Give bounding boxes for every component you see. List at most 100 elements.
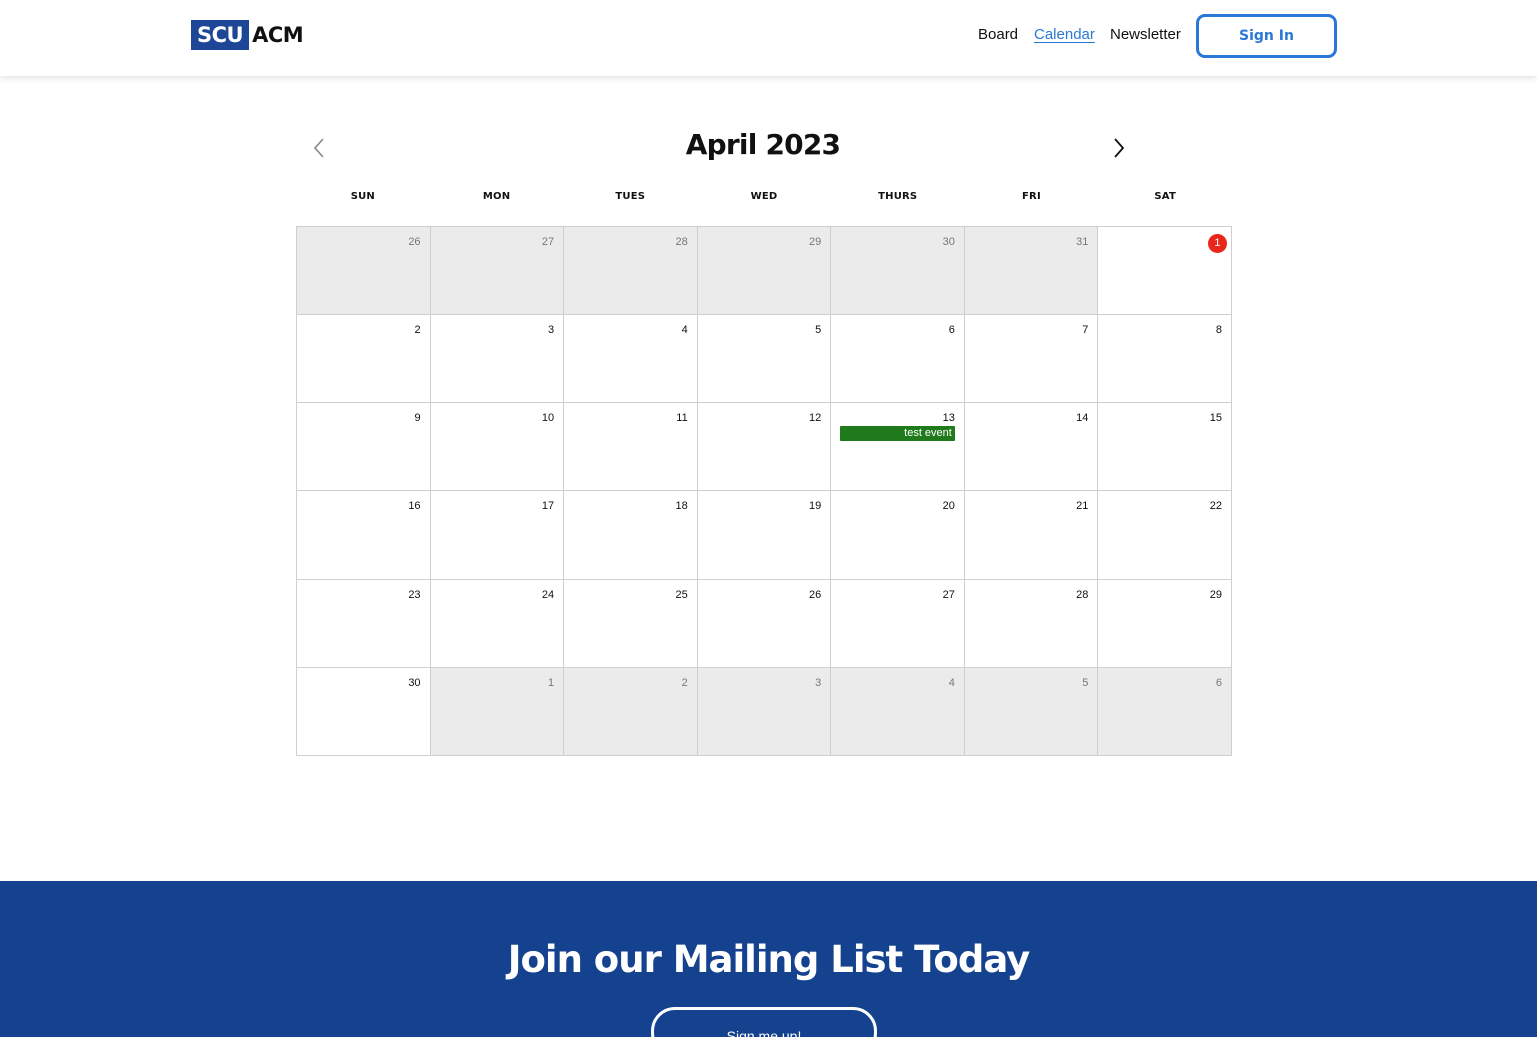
weekday-label: SUN bbox=[350, 191, 375, 202]
day-number: 27 bbox=[541, 236, 555, 248]
nav-calendar[interactable]: Calendar bbox=[1034, 26, 1095, 43]
logo-box: SCU bbox=[191, 20, 250, 50]
day-cell[interactable]: 17 bbox=[430, 491, 565, 580]
day-number: 14 bbox=[1076, 412, 1089, 425]
day-cell[interactable]: 18 bbox=[564, 491, 698, 580]
day-cell[interactable]: 10 bbox=[430, 403, 565, 492]
day-cell[interactable]: 26 bbox=[697, 579, 832, 668]
day-number: 2 bbox=[414, 324, 421, 337]
day-cell[interactable]: 8 bbox=[1098, 315, 1232, 404]
day-cell[interactable]: 21 bbox=[964, 491, 1099, 580]
day-cell[interactable]: 6 bbox=[831, 315, 965, 404]
day-number: 5 bbox=[1082, 676, 1089, 689]
weekday-label: TUES bbox=[615, 191, 646, 202]
day-cell[interactable]: 20 bbox=[831, 491, 965, 580]
day-cell[interactable]: 29 bbox=[1098, 579, 1232, 668]
day-cell[interactable]: 12 bbox=[697, 403, 832, 492]
day-cell[interactable]: 4 bbox=[831, 667, 965, 756]
day-cell[interactable]: 14 bbox=[964, 403, 1099, 492]
chevron-right-icon[interactable] bbox=[1107, 134, 1131, 162]
day-number: 29 bbox=[809, 236, 822, 248]
day-number: 19 bbox=[809, 500, 822, 513]
day-number: 1 bbox=[548, 676, 555, 689]
day-number: 15 bbox=[1209, 412, 1222, 425]
day-cell[interactable]: 23 bbox=[297, 579, 431, 668]
day-number: 5 bbox=[815, 324, 822, 337]
day-cell[interactable]: 27 bbox=[831, 579, 965, 668]
day-cell[interactable]: 27 bbox=[430, 227, 565, 316]
banner-title: Join our Mailing List Today bbox=[507, 938, 1031, 981]
weekday-label: FRI bbox=[1022, 191, 1041, 202]
day-number: 6 bbox=[948, 324, 955, 337]
day-cell[interactable]: 26 bbox=[297, 227, 431, 316]
day-cell[interactable]: 22 bbox=[1098, 491, 1232, 580]
nav-newsletter[interactable]: Newsletter bbox=[1110, 26, 1181, 43]
day-cell[interactable]: 28 bbox=[564, 227, 698, 316]
day-cell[interactable]: 28 bbox=[964, 579, 1099, 668]
chevron-left-icon[interactable] bbox=[307, 134, 331, 162]
event-chip[interactable]: test event bbox=[840, 426, 955, 442]
day-number: 26 bbox=[809, 588, 822, 601]
mailing-list-banner: Join our Mailing List Today Sign me up! bbox=[0, 881, 1537, 1037]
day-cell[interactable]: 25 bbox=[564, 579, 698, 668]
day-number: 18 bbox=[675, 500, 688, 513]
day-cell[interactable]: 1 bbox=[1098, 227, 1232, 316]
weekday-label: WED bbox=[750, 191, 778, 202]
day-number: 17 bbox=[541, 500, 555, 513]
day-number: 4 bbox=[681, 324, 688, 337]
day-number: 29 bbox=[1209, 588, 1222, 601]
day-cell[interactable]: 4 bbox=[564, 315, 698, 404]
weekday-header-row: SUN MON TUES WED THURS FRI SAT bbox=[296, 191, 1232, 202]
site-header: SCU ACM Board Calendar Newsletter Sign I… bbox=[0, 0, 1537, 76]
day-number: 4 bbox=[948, 676, 955, 689]
day-cell[interactable]: 30 bbox=[831, 227, 965, 316]
day-cell[interactable]: 3 bbox=[430, 315, 565, 404]
day-number: 24 bbox=[541, 588, 555, 601]
nav-board[interactable]: Board bbox=[978, 26, 1018, 43]
day-number: 3 bbox=[548, 324, 555, 337]
day-number: 30 bbox=[942, 236, 955, 248]
day-number: 23 bbox=[408, 588, 421, 601]
day-number: 25 bbox=[675, 588, 688, 601]
day-cell[interactable]: 3 bbox=[697, 667, 832, 756]
day-cell[interactable]: 29 bbox=[697, 227, 832, 316]
logo-text: ACM bbox=[252, 23, 304, 47]
day-cell[interactable]: 6 bbox=[1098, 667, 1232, 756]
day-cell[interactable]: 11 bbox=[564, 403, 698, 492]
calendar-grid: 26 27 28 29 30 31 1 2 3 4 5 6 7 8 9 10 11 12 13 test event 1… bbox=[296, 226, 1232, 756]
day-number: 27 bbox=[942, 588, 955, 601]
logo[interactable]: SCU ACM bbox=[191, 20, 304, 50]
day-number: 11 bbox=[676, 412, 688, 425]
day-cell[interactable]: 7 bbox=[964, 315, 1099, 404]
day-cell[interactable]: 5 bbox=[964, 667, 1099, 756]
day-cell[interactable]: 15 bbox=[1098, 403, 1232, 492]
weekday-label: THURS bbox=[878, 191, 918, 202]
sign-up-button[interactable]: Sign me up! bbox=[651, 1007, 877, 1037]
day-cell[interactable]: 31 bbox=[964, 227, 1099, 316]
day-cell[interactable]: 2 bbox=[297, 315, 431, 404]
today-badge: 1 bbox=[1207, 234, 1227, 253]
day-cell[interactable]: 1 bbox=[430, 667, 565, 756]
day-cell[interactable]: 30 bbox=[297, 667, 431, 756]
day-number: 2 bbox=[681, 676, 688, 689]
day-number: 7 bbox=[1082, 324, 1089, 337]
day-number: 16 bbox=[408, 500, 421, 513]
day-number: 10 bbox=[541, 412, 555, 425]
day-cell[interactable]: 2 bbox=[564, 667, 698, 756]
day-number: 30 bbox=[408, 676, 421, 689]
day-cell[interactable]: 19 bbox=[697, 491, 832, 580]
day-cell[interactable]: 9 bbox=[297, 403, 431, 492]
day-number: 28 bbox=[1076, 588, 1089, 601]
day-number: 20 bbox=[942, 500, 955, 513]
day-cell[interactable]: 16 bbox=[297, 491, 431, 580]
day-cell[interactable]: 5 bbox=[697, 315, 832, 404]
month-title: April 2023 bbox=[685, 128, 841, 161]
day-number: 31 bbox=[1076, 236, 1089, 248]
day-number: 9 bbox=[414, 412, 421, 425]
day-number: 21 bbox=[1076, 500, 1089, 513]
day-number: 28 bbox=[675, 236, 688, 248]
sign-in-button[interactable]: Sign In bbox=[1196, 14, 1337, 58]
day-cell[interactable]: 24 bbox=[430, 579, 565, 668]
day-number: 26 bbox=[408, 236, 421, 248]
day-cell[interactable]: 13 test event bbox=[831, 403, 965, 492]
